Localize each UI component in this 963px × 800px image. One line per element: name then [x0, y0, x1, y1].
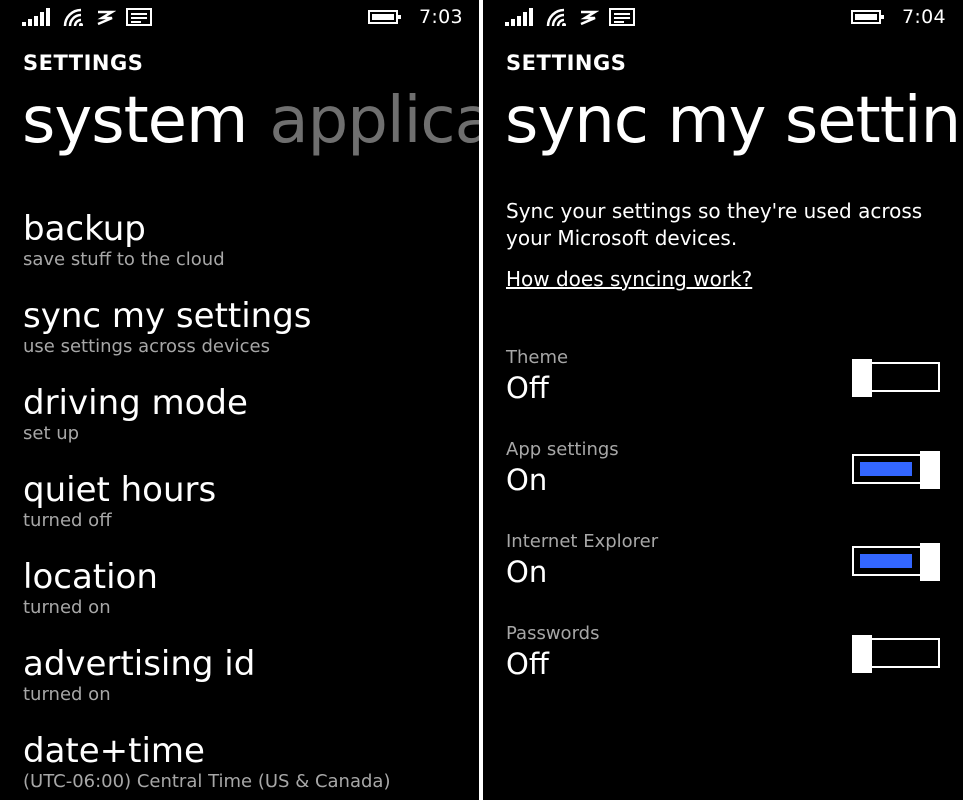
menu-item-subtitle: set up — [23, 423, 80, 444]
setting-app-settings: App settings On — [506, 439, 940, 519]
menu-item-subtitle: turned on — [23, 684, 111, 705]
menu-item-title: advertising id — [23, 644, 256, 684]
menu-item-backup[interactable]: backup save stuff to the cloud — [23, 209, 225, 271]
menu-item-quiet-hours[interactable]: quiet hours turned off — [23, 470, 216, 532]
app-title: SETTINGS — [23, 51, 144, 75]
sync-description: Sync your settings so they're used acros… — [506, 199, 923, 250]
menu-item-title: quiet hours — [23, 470, 217, 510]
message-icon — [126, 8, 152, 26]
setting-theme: Theme Off — [506, 347, 940, 427]
toggle-thumb[interactable] — [852, 635, 872, 673]
theme-toggle[interactable] — [852, 359, 940, 397]
toggle-thumb[interactable] — [852, 359, 872, 397]
menu-item-subtitle: turned off — [23, 510, 112, 531]
setting-label: Theme — [506, 347, 569, 368]
menu-item-title: date+time — [23, 731, 205, 771]
wifi-icon — [63, 8, 83, 26]
menu-item-title: location — [23, 557, 158, 597]
passwords-toggle[interactable] — [852, 635, 940, 673]
status-time: 7:04 — [902, 6, 946, 28]
pivot-applications[interactable]: applicat — [269, 84, 479, 158]
status-bar: 7:03 — [0, 0, 479, 36]
battery-icon — [851, 10, 884, 24]
menu-item-driving-mode[interactable]: driving mode set up — [23, 383, 248, 445]
setting-label: Internet Explorer — [506, 531, 659, 552]
menu-item-location[interactable]: location turned on — [23, 557, 158, 619]
setting-passwords: Passwords Off — [506, 623, 940, 703]
settings-system-screen: 7:03 SETTINGS system applicat backup save… — [0, 0, 479, 800]
battery-icon — [368, 10, 401, 24]
toggle-fill — [860, 554, 912, 568]
status-bar: 7:04 — [483, 0, 963, 36]
app-settings-toggle[interactable] — [852, 451, 940, 489]
pivot-system[interactable]: system — [22, 84, 248, 158]
menu-item-date-time[interactable]: date+time (UTC-06:00) Central Time (US &… — [23, 731, 390, 793]
status-time: 7:03 — [419, 6, 463, 28]
menu-item-subtitle: (UTC-06:00) Central Time (US & Canada) — [23, 771, 391, 792]
menu-item-title: backup — [23, 209, 146, 249]
menu-item-title: driving mode — [23, 383, 248, 423]
setting-value: Off — [506, 647, 549, 681]
sync-my-settings-screen: 7:04 SETTINGS sync my setting Sync your … — [483, 0, 963, 800]
signal-strength-icon — [505, 8, 533, 26]
toggle-thumb[interactable] — [920, 543, 940, 581]
menu-item-advertising-id[interactable]: advertising id turned on — [23, 644, 255, 706]
menu-item-subtitle: use settings across devices — [23, 336, 271, 357]
setting-value: On — [506, 463, 548, 497]
signal-strength-icon — [22, 8, 50, 26]
menu-item-title: sync my settings — [23, 296, 312, 336]
menu-item-subtitle: turned on — [23, 597, 111, 618]
pivot-header: system applicat — [22, 84, 479, 158]
data-connection-icon — [97, 10, 116, 26]
toggle-thumb[interactable] — [920, 451, 940, 489]
data-connection-icon — [580, 10, 599, 26]
setting-label: Passwords — [506, 623, 600, 644]
setting-value: Off — [506, 371, 549, 405]
setting-label: App settings — [506, 439, 619, 460]
app-title: SETTINGS — [506, 51, 627, 75]
menu-item-subtitle: save stuff to the cloud — [23, 249, 225, 270]
page-title: sync my setting — [505, 84, 963, 158]
wifi-icon — [546, 8, 566, 26]
setting-internet-explorer: Internet Explorer On — [506, 531, 940, 611]
how-syncing-works-link[interactable]: How does syncing work? — [506, 267, 752, 291]
menu-item-sync-my-settings[interactable]: sync my settings use settings across dev… — [23, 296, 312, 358]
internet-explorer-toggle[interactable] — [852, 543, 940, 581]
message-icon — [609, 8, 635, 26]
setting-value: On — [506, 555, 548, 589]
toggle-fill — [860, 462, 912, 476]
